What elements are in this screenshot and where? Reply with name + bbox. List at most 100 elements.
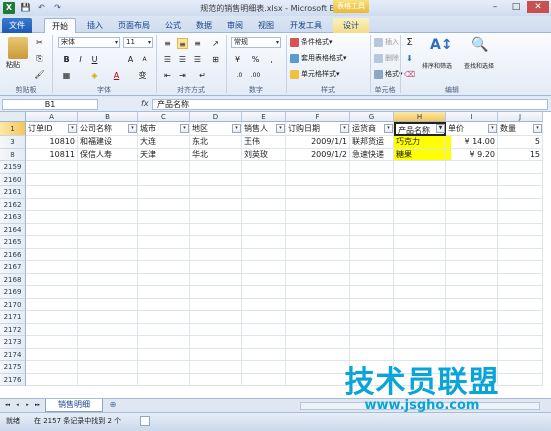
minimize-button[interactable]: –	[485, 1, 505, 13]
autosum-button[interactable]: Σ	[404, 37, 415, 48]
table-cell[interactable]	[26, 323, 78, 336]
table-cell[interactable]	[350, 311, 394, 324]
table-cell[interactable]: 大连	[138, 136, 190, 149]
row-header[interactable]: 2165	[0, 236, 26, 249]
table-cell[interactable]	[350, 198, 394, 211]
table-cell[interactable]	[78, 311, 138, 324]
table-cell[interactable]	[26, 211, 78, 224]
decrease-decimal-icon[interactable]: .00	[250, 70, 261, 81]
table-cell[interactable]: ¥ 14.00	[446, 136, 498, 149]
sort-filter-icon[interactable]: A↕	[430, 37, 453, 57]
table-cell[interactable]: 急速快递	[350, 148, 394, 161]
tab-data[interactable]: 数据	[191, 18, 217, 33]
table-cell[interactable]	[26, 236, 78, 249]
align-left-icon[interactable]: ☰	[162, 54, 173, 65]
table-cell[interactable]	[138, 336, 190, 349]
table-cell[interactable]: 15	[498, 148, 543, 161]
table-cell[interactable]	[242, 373, 286, 386]
select-all-corner[interactable]	[0, 112, 26, 122]
paste-icon[interactable]	[8, 37, 28, 59]
table-cell[interactable]	[446, 173, 498, 186]
table-cell[interactable]	[190, 273, 242, 286]
table-cell[interactable]	[26, 336, 78, 349]
table-cell[interactable]	[350, 323, 394, 336]
table-cell[interactable]	[286, 273, 350, 286]
table-cell[interactable]	[190, 336, 242, 349]
row-header[interactable]: 2173	[0, 336, 26, 349]
italic-button[interactable]: I	[75, 54, 86, 65]
table-cell[interactable]	[190, 173, 242, 186]
table-cell[interactable]	[498, 323, 543, 336]
column-header-b[interactable]: B	[78, 112, 138, 122]
table-cell[interactable]	[394, 198, 446, 211]
table-cell[interactable]	[242, 361, 286, 374]
table-cell[interactable]	[190, 311, 242, 324]
filter-dropdown-icon[interactable]: ▾	[533, 124, 542, 133]
tab-insert[interactable]: 插入	[82, 18, 108, 33]
table-cell[interactable]	[138, 161, 190, 174]
table-cell[interactable]	[446, 198, 498, 211]
table-cell[interactable]	[498, 236, 543, 249]
shrink-font-button[interactable]: A	[139, 54, 150, 65]
number-format-combo[interactable]: 常规 ▾	[231, 37, 281, 48]
table-cell[interactable]	[26, 348, 78, 361]
wrap-text-icon[interactable]: ↵	[197, 70, 208, 81]
macro-record-icon[interactable]	[140, 416, 150, 426]
table-cell[interactable]	[190, 261, 242, 274]
table-cell[interactable]	[286, 298, 350, 311]
table-cell[interactable]	[446, 186, 498, 199]
table-cell[interactable]	[286, 223, 350, 236]
table-cell[interactable]	[286, 248, 350, 261]
table-cell[interactable]	[394, 161, 446, 174]
table-cell[interactable]	[190, 161, 242, 174]
table-cell[interactable]	[78, 223, 138, 236]
table-cell[interactable]	[394, 273, 446, 286]
table-cell[interactable]	[242, 173, 286, 186]
table-cell[interactable]	[190, 298, 242, 311]
row-header[interactable]: 2168	[0, 273, 26, 286]
table-cell[interactable]	[138, 361, 190, 374]
table-cell[interactable]	[138, 298, 190, 311]
table-cell[interactable]	[242, 348, 286, 361]
table-cell[interactable]	[78, 361, 138, 374]
table-cell[interactable]	[286, 336, 350, 349]
row-header[interactable]: 2164	[0, 223, 26, 236]
table-cell[interactable]	[190, 361, 242, 374]
tab-home[interactable]: 开始	[44, 18, 76, 33]
format-as-table-button[interactable]: 套用表格格式 ▾	[290, 53, 347, 64]
table-cell[interactable]	[138, 173, 190, 186]
decrease-indent-icon[interactable]: ⇤	[162, 70, 173, 81]
table-cell[interactable]	[286, 261, 350, 274]
row-header[interactable]: 2162	[0, 198, 26, 211]
table-cell[interactable]	[138, 248, 190, 261]
table-cell[interactable]: 保信人寿	[78, 148, 138, 161]
table-cell[interactable]	[394, 236, 446, 249]
table-cell[interactable]	[350, 261, 394, 274]
table-cell[interactable]: 巧克力	[394, 136, 446, 149]
row-header[interactable]: 2176	[0, 373, 26, 386]
table-cell[interactable]	[286, 211, 350, 224]
table-cell[interactable]	[78, 286, 138, 299]
table-cell[interactable]	[394, 286, 446, 299]
table-cell[interactable]	[242, 198, 286, 211]
find-select-icon[interactable]: 🔍	[470, 37, 490, 57]
fill-icon[interactable]: ⬇	[404, 53, 415, 64]
table-cell[interactable]	[394, 261, 446, 274]
table-cell[interactable]	[242, 261, 286, 274]
sort-filter-button[interactable]: 排序和筛选	[422, 61, 452, 72]
table-cell[interactable]	[350, 236, 394, 249]
table-cell[interactable]	[242, 211, 286, 224]
font-name-combo[interactable]: 宋体 ▾	[58, 37, 120, 48]
cut-icon[interactable]: ✂	[34, 37, 45, 48]
table-cell[interactable]	[350, 298, 394, 311]
table-cell[interactable]	[138, 186, 190, 199]
filter-dropdown-icon[interactable]: ▾	[340, 124, 349, 133]
table-cell[interactable]	[26, 173, 78, 186]
format-painter-icon[interactable]: 🖌	[34, 69, 45, 80]
phonetic-button[interactable]: 变	[137, 70, 148, 81]
table-cell[interactable]	[78, 236, 138, 249]
bold-button[interactable]: B	[61, 54, 72, 65]
table-cell[interactable]	[78, 323, 138, 336]
filter-dropdown-icon[interactable]: ▾	[276, 124, 285, 133]
table-cell[interactable]	[446, 311, 498, 324]
